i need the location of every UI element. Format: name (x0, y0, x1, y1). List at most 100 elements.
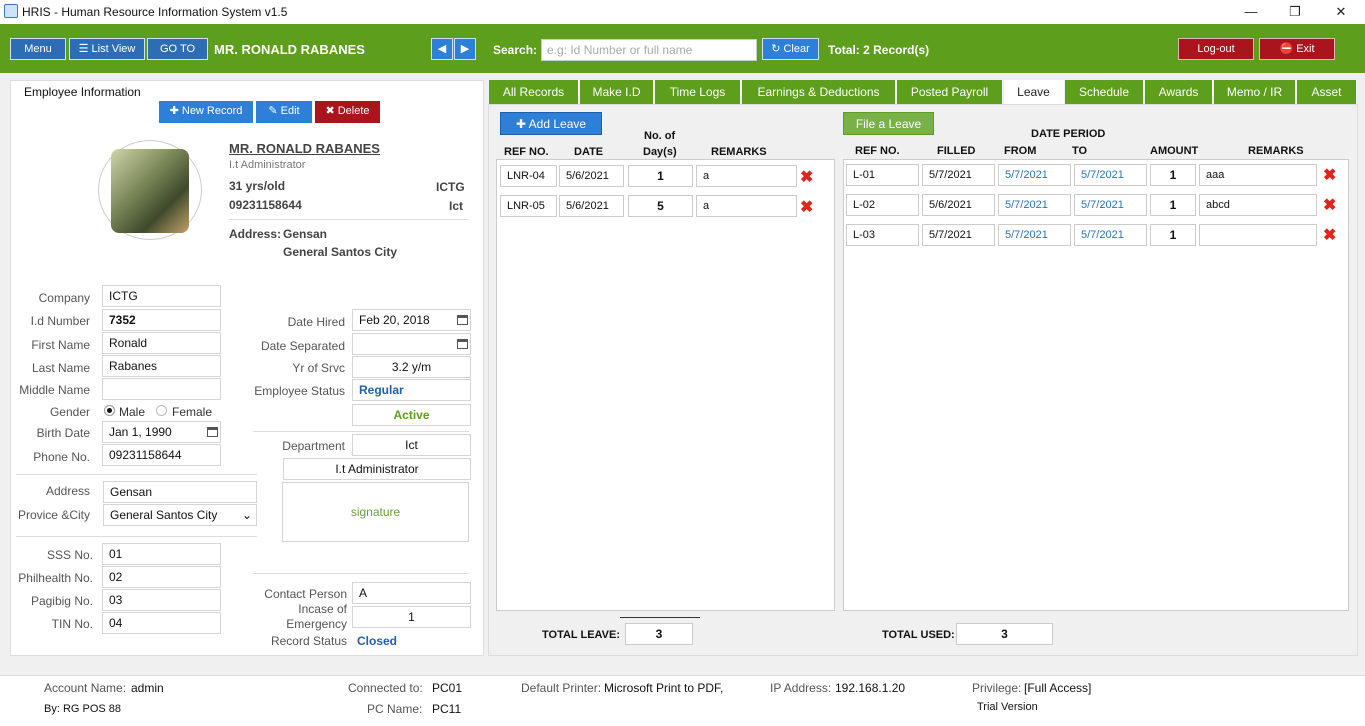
logout-button[interactable]: Log-out (1178, 38, 1254, 60)
department-field[interactable]: Ict (352, 434, 471, 456)
tab-leave[interactable]: Leave (1004, 80, 1064, 104)
chevron-down-icon[interactable]: ⌄ (242, 505, 252, 525)
leave-grid (496, 159, 835, 611)
minimize-button[interactable]: — (1236, 3, 1266, 21)
birth-date-field[interactable]: Jan 1, 1990 (102, 421, 221, 443)
delete-button[interactable]: ✖ Delete (315, 101, 380, 123)
tab-time-logs[interactable]: Time Logs (655, 80, 741, 104)
leave-ref-cell: LNR-04 (500, 165, 557, 187)
middle-name-field[interactable] (102, 378, 221, 400)
prev-record-icon[interactable]: ◀ (431, 38, 453, 60)
tab-asset[interactable]: Asset (1297, 80, 1357, 104)
status-footer: Account Name: admin By: RG POS 88 Connec… (0, 675, 1365, 726)
restore-button[interactable]: ❐ (1280, 3, 1310, 21)
calendar-icon[interactable] (207, 427, 218, 437)
next-record-icon[interactable]: ▶ (454, 38, 476, 60)
search-input[interactable] (541, 39, 757, 61)
clear-label: Clear (783, 43, 810, 55)
tab-bar: All Records Make I.D Time Logs Earnings … (488, 80, 1358, 104)
delete-row-icon[interactable]: ✖ (1323, 225, 1336, 245)
tab-memo-ir[interactable]: Memo / IR (1214, 80, 1296, 104)
goto-button[interactable]: GO TO (147, 38, 208, 60)
tin-field[interactable]: 04 (102, 612, 221, 634)
female-radio[interactable] (156, 405, 167, 416)
file-filled-cell: 5/7/2021 (922, 224, 995, 246)
province-city-select[interactable]: General Santos City ⌄ (103, 504, 257, 526)
connected-value: PC01 (432, 681, 463, 695)
clear-button[interactable]: ↻ Clear (762, 38, 819, 60)
tab-awards[interactable]: Awards (1145, 80, 1213, 104)
calendar-icon[interactable] (457, 339, 468, 349)
emergency-field[interactable]: 1 (352, 606, 471, 628)
total-records: Total: 2 Record(s) (828, 43, 930, 57)
edit-button[interactable]: ✎ Edit (256, 101, 312, 123)
menu-button[interactable]: Menu (10, 38, 66, 60)
phone-field[interactable]: 09231158644 (102, 444, 221, 466)
sss-field[interactable]: 01 (102, 543, 221, 565)
delete-row-icon[interactable]: ✖ (800, 167, 813, 187)
position-field[interactable]: I.t Administrator (283, 458, 471, 480)
address-field[interactable]: Gensan (103, 481, 257, 503)
profile-dept: Ict (449, 199, 464, 213)
incase-label: Incase of (298, 602, 347, 616)
pc-name-label: PC Name: (367, 702, 423, 716)
to-header: TO (1072, 145, 1088, 157)
add-leave-label: Add Leave (528, 117, 587, 131)
delete-row-icon[interactable]: ✖ (1323, 195, 1336, 215)
file-remarks-cell: abcd (1199, 194, 1317, 216)
company-field[interactable]: ICTG (102, 285, 221, 307)
leave-remarks-cell: a (696, 165, 797, 187)
pencil-icon: ✎ (268, 105, 281, 117)
file-leave-button[interactable]: File a Leave (843, 112, 934, 135)
file-ref-header: REF NO. (855, 145, 900, 157)
male-label: Male (119, 405, 146, 419)
file-ref-cell: L-02 (846, 194, 919, 216)
tab-all-records[interactable]: All Records (489, 80, 579, 104)
profile-position: I.t Administrator (229, 159, 306, 171)
last-name-field[interactable]: Rabanes (102, 355, 221, 377)
ip-value: 192.168.1.20 (835, 681, 906, 695)
date-separated-field[interactable] (352, 333, 471, 355)
employee-status-field[interactable]: Regular (352, 379, 471, 401)
total-rule (620, 617, 700, 618)
file-to-cell: 5/7/2021 (1074, 224, 1147, 246)
pagibig-field[interactable]: 03 (102, 589, 221, 611)
printer-label: Default Printer: (521, 681, 602, 695)
calendar-icon[interactable] (457, 315, 468, 325)
contact-person-field[interactable]: A (352, 582, 471, 604)
toolbar-employee-name: MR. RONALD RABANES (214, 42, 365, 57)
close-window-button[interactable]: ✕ (1326, 3, 1356, 21)
philhealth-field[interactable]: 02 (102, 566, 221, 588)
tab-make-id[interactable]: Make I.D (580, 80, 654, 104)
signature-box[interactable]: signature (282, 482, 469, 542)
delete-row-icon[interactable]: ✖ (1323, 165, 1336, 185)
ref-header: REF NO. (504, 146, 549, 158)
active-status-badge: Active (352, 404, 471, 426)
new-record-button[interactable]: ✚ New Record (159, 101, 253, 123)
profile-company: ICTG (436, 180, 465, 194)
yr-srvc-label: Yr of Srvc (292, 361, 345, 375)
company-label: Company (38, 291, 90, 305)
sss-label: SSS No. (46, 548, 93, 562)
tab-schedule[interactable]: Schedule (1065, 80, 1144, 104)
phone-label: Phone No. (33, 450, 90, 464)
id-number-field[interactable]: 7352 (102, 309, 221, 331)
file-amount-cell: 1 (1150, 224, 1196, 246)
id-number-label: I.d Number (30, 314, 90, 328)
profile-name: MR. RONALD RABANES (229, 141, 380, 156)
privilege-value: [Full Access] (1024, 681, 1092, 695)
remarks-header: REMARKS (711, 146, 767, 158)
add-leave-button[interactable]: ✚ Add Leave (500, 112, 602, 135)
list-view-button[interactable]: ☰ List View (69, 38, 145, 60)
divider (253, 431, 469, 432)
leave-date-cell: 5/6/2021 (559, 165, 624, 187)
exit-button[interactable]: ⛔ Exit (1259, 38, 1335, 60)
date-hired-field[interactable]: Feb 20, 2018 (352, 309, 471, 331)
first-name-field[interactable]: Ronald (102, 332, 221, 354)
tab-earnings-deductions[interactable]: Earnings & Deductions (742, 80, 896, 104)
male-radio[interactable] (104, 405, 115, 416)
tab-posted-payroll[interactable]: Posted Payroll (897, 80, 1003, 104)
search-label: Search: (493, 43, 538, 57)
delete-row-icon[interactable]: ✖ (800, 197, 813, 217)
trial-version: Trial Version (977, 701, 1038, 713)
